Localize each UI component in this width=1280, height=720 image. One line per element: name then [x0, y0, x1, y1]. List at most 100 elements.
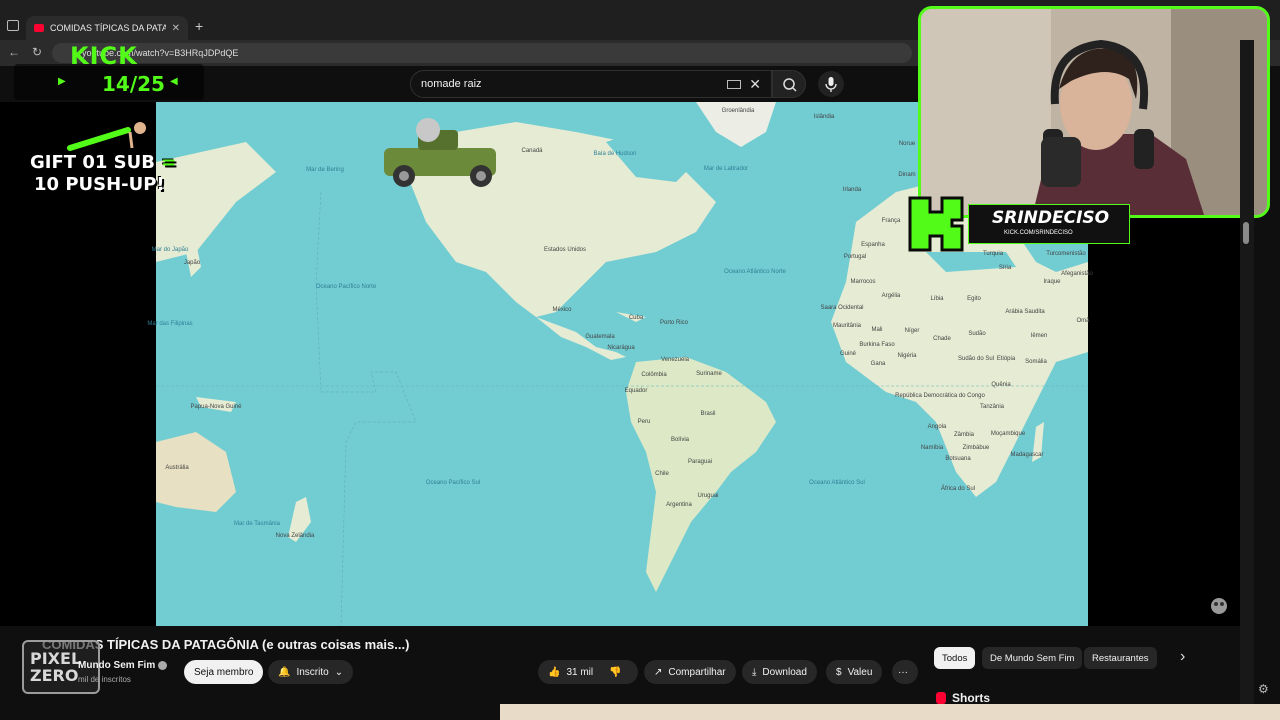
kick-logo: KICK — [70, 42, 138, 70]
share-icon: ↗ — [654, 666, 663, 678]
ocean-label: Oceano Atlântico Norte — [724, 269, 786, 275]
map-label: Afeganistão — [1061, 271, 1093, 277]
chip-restaurants[interactable]: Restaurantes — [1084, 647, 1157, 669]
map-label: Níger — [904, 328, 920, 334]
map-label: Mar de Tasmânia — [234, 521, 280, 527]
streamer-webcam-image — [921, 9, 1267, 215]
map-label: Bolívia — [670, 437, 690, 443]
map-label: Peru — [637, 419, 651, 425]
chip-from-channel[interactable]: De Mundo Sem Fim — [982, 647, 1083, 669]
close-tab-icon[interactable]: ✕ — [172, 23, 180, 34]
channel-url: KICK.COM/SRINDECISO — [1004, 230, 1073, 236]
map-label: Colômbia — [641, 372, 667, 378]
gift-sub-promo: GIFT 01 SUB = 10 PUSH-UP! — [30, 152, 176, 196]
map-label: Etiópia — [996, 356, 1016, 362]
voice-search-button[interactable] — [818, 71, 844, 97]
share-button[interactable]: ↗ Compartilhar — [644, 660, 736, 684]
map-label: Gana — [870, 361, 886, 367]
more-actions-button[interactable]: ··· — [892, 660, 918, 684]
map-label: Nigéria — [897, 353, 917, 359]
map-label: Madagascar — [1010, 452, 1044, 458]
map-label: Brasil — [700, 411, 716, 417]
map-label: Austrália — [165, 465, 189, 471]
gift-line-2: 10 PUSH-UP! — [34, 174, 165, 195]
map-label: Moçambique — [990, 431, 1026, 437]
thanks-icon: $ — [836, 666, 842, 678]
browser-tab[interactable]: COMIDAS TÍPICAS DA PATAGÔ ✕ — [26, 16, 188, 40]
chips-next-icon[interactable]: › — [1180, 648, 1185, 666]
search-input[interactable]: nomade raiz ✕ — [410, 70, 772, 98]
pushup-figure-icon — [67, 122, 146, 151]
map-label: Portugal — [843, 254, 867, 260]
shorts-label: Shorts — [952, 691, 991, 705]
map-label: Angola — [927, 424, 947, 430]
map-label: Sudão do Sul — [957, 356, 995, 362]
reload-icon[interactable]: ↻ — [32, 45, 42, 59]
map-label: Quênia — [991, 382, 1011, 388]
ocean-label: Oceano Pacífico Norte — [315, 284, 377, 290]
search-button[interactable] — [772, 70, 806, 98]
channel-badge: SRINDECISO KICK.COM/SRINDECISO — [908, 190, 1132, 254]
map-label: Mar de Bering — [306, 167, 344, 173]
channel-link[interactable]: Mundo Sem Fim — [78, 660, 155, 671]
map-label: Burkina Faso — [859, 342, 895, 348]
map-label: Saara Ocidental — [820, 305, 864, 311]
join-label: Seja membro — [194, 666, 254, 678]
ocean-label: Oceano Atlântico Sul — [809, 480, 865, 486]
map-label: Equador — [624, 388, 648, 394]
subscribed-label: Inscrito — [296, 666, 329, 678]
chip-label: De Mundo Sem Fim — [990, 652, 1075, 664]
map-label: Sudão — [968, 331, 986, 337]
url-field[interactable]: youtube.com/watch?v=B3HRqJDPdQE — [52, 43, 912, 63]
gift-line-1: GIFT 01 SUB — [30, 152, 155, 173]
arrow-left-icon: ◀ — [170, 76, 178, 87]
thanks-button[interactable]: $ Valeu — [826, 660, 883, 684]
tab-title: COMIDAS TÍPICAS DA PATAGÔ — [50, 23, 166, 33]
like-count[interactable]: 31 mil — [566, 667, 593, 678]
gift-equals: = — [161, 152, 177, 173]
page-scrollbar[interactable] — [1240, 40, 1254, 720]
microphone-icon — [825, 77, 837, 92]
keyboard-icon[interactable] — [727, 79, 742, 89]
map-label: Baía de Hudson — [593, 151, 637, 157]
back-icon[interactable]: ← — [8, 45, 20, 59]
verified-icon — [158, 661, 167, 670]
map-label: Zâmbia — [953, 432, 975, 438]
like-icon[interactable]: 👍 — [548, 667, 560, 678]
channel-name: SRINDECISO — [992, 208, 1110, 228]
dislike-icon[interactable]: 👎 — [609, 667, 621, 678]
map-label: Uruguai — [697, 493, 719, 499]
background-art — [500, 704, 1280, 720]
map-label: México — [552, 307, 572, 313]
scrollbar-thumb[interactable] — [1243, 222, 1249, 244]
map-label: Zimbábue — [962, 445, 990, 451]
map-label: Chade — [933, 336, 951, 342]
gear-icon[interactable]: ⚙ — [1258, 682, 1269, 696]
map-label: Mali — [871, 327, 883, 333]
map-label: Argentina — [666, 502, 692, 508]
shorts-icon — [936, 692, 946, 704]
map-label: Irlanda — [842, 187, 862, 193]
download-icon: ⤓ — [752, 666, 757, 678]
youtube-favicon-icon — [34, 24, 44, 32]
map-label: Groenlândia — [721, 108, 755, 114]
window-menu-icon[interactable] — [7, 20, 19, 31]
map-label: Somália — [1025, 359, 1047, 365]
clear-search-icon[interactable]: ✕ — [749, 76, 761, 93]
webcam-overlay — [918, 6, 1270, 218]
map-label: Estados Unidos — [543, 247, 587, 253]
ocean-label: Oceano Pacífico Sul — [425, 480, 481, 486]
new-tab-button[interactable]: + — [195, 18, 203, 34]
map-label: Cuba — [628, 315, 644, 321]
chip-all[interactable]: Todos — [934, 647, 976, 669]
join-button[interactable]: Seja membro — [184, 660, 264, 684]
map-label: Papua-Nova Guiné — [190, 404, 242, 410]
download-button[interactable]: ⤓ Download — [742, 660, 817, 684]
map-label: Egito — [967, 296, 981, 302]
map-label: Iêmen — [1030, 333, 1048, 339]
map-label: França — [881, 218, 901, 224]
search-query: nomade raiz — [421, 78, 482, 90]
subscribed-button[interactable]: 🔔 Inscrito ⌄ — [268, 660, 354, 684]
map-label: Namíbia — [920, 445, 944, 451]
map-label: Espanha — [861, 242, 885, 248]
